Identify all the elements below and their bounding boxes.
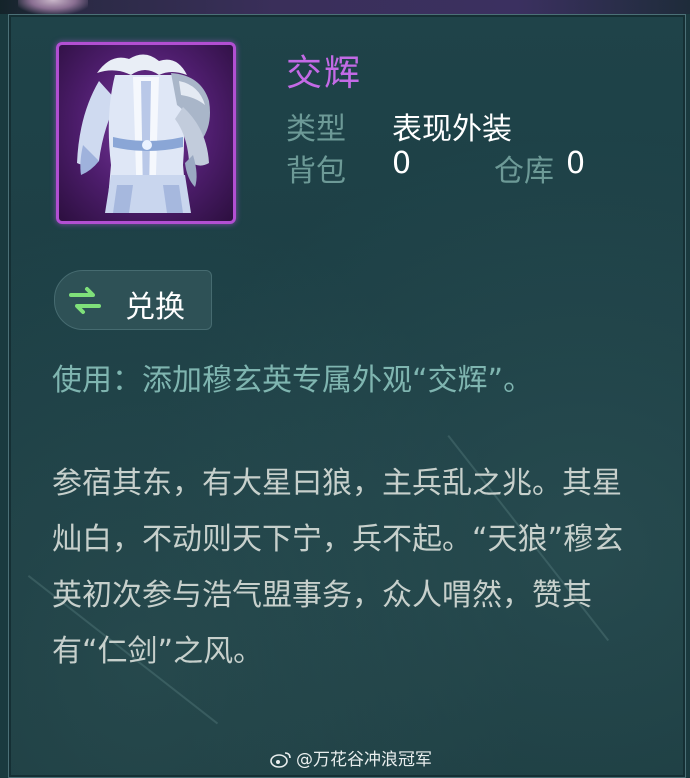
bag-count: 0 (392, 146, 412, 181)
bag-label: 背包 (286, 154, 346, 189)
item-name: 交辉 (286, 53, 363, 94)
type-label: 类型 (286, 112, 346, 147)
exchange-arrows-icon (69, 287, 101, 314)
exchange-label: 兑换 (125, 290, 185, 325)
exchange-button[interactable]: 兑换 (54, 270, 212, 330)
warehouse-label: 仓库 (494, 154, 554, 189)
usage-text: 使用：添加穆玄英专属外观“交辉”。 (52, 363, 534, 398)
item-description: 参宿其东，有大星曰狼，主兵乱之兆。其星灿白，不动则天下宁，兵不起。“天狼”穆玄英… (52, 466, 624, 669)
character-portrait-fragment (18, 0, 88, 14)
outfit-armor-icon (77, 54, 210, 213)
type-value: 表现外装 (392, 112, 512, 147)
weibo-icon (270, 752, 291, 768)
warehouse-count: 0 (566, 146, 586, 181)
top-background-strip (0, 0, 690, 14)
watermark-text: @万花谷冲浪冠军 (296, 750, 432, 770)
item-icon-frame[interactable] (56, 42, 236, 224)
watermark: @万花谷冲浪冠军 (270, 748, 432, 772)
